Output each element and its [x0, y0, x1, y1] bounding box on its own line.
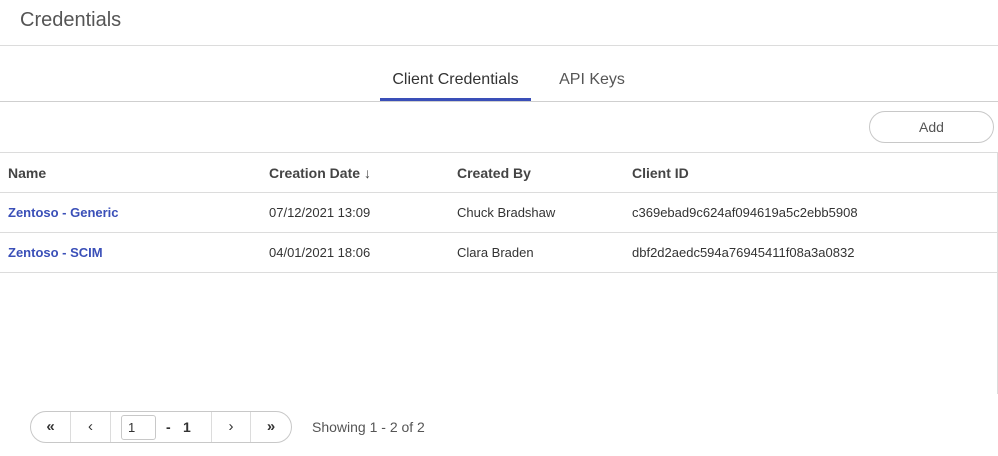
add-button[interactable]: Add — [869, 111, 994, 143]
table-row: Zentoso - Generic 07/12/2021 13:09 Chuck… — [0, 193, 997, 233]
client-id-cell: c369ebad9c624af094619a5c2ebb5908 — [632, 205, 858, 220]
double-chevron-right-icon: » — [266, 418, 276, 435]
first-page-button[interactable]: « — [31, 412, 71, 442]
credential-name-link[interactable]: Zentoso - Generic — [8, 193, 119, 233]
tab-bar: Client Credentials API Keys — [0, 46, 998, 102]
page-title: Credentials — [20, 9, 122, 31]
creation-date-cell: 07/12/2021 13:09 — [269, 205, 371, 220]
last-page-button[interactable]: » — [251, 412, 291, 442]
column-header-name[interactable]: Name — [8, 153, 46, 193]
credential-name-link[interactable]: Zentoso - SCIM — [8, 233, 103, 273]
page-separator: - — [166, 419, 171, 435]
column-header-created-by[interactable]: Created By — [457, 153, 531, 193]
column-header-creation-date[interactable]: Creation Date ↓ — [269, 153, 371, 193]
credentials-table: Name Creation Date ↓ Created By Client ID… — [0, 152, 998, 394]
column-header-client-id[interactable]: Client ID — [632, 153, 689, 193]
total-pages: 1 — [183, 419, 191, 435]
table-header-row: Name Creation Date ↓ Created By Client ID — [0, 153, 997, 193]
created-by-cell: Clara Braden — [457, 245, 534, 260]
created-by-cell: Chuck Bradshaw — [457, 205, 556, 220]
sort-down-icon: ↓ — [364, 165, 372, 181]
previous-page-button[interactable]: ‹ — [71, 412, 111, 442]
table-row: Zentoso - SCIM 04/01/2021 18:06 Clara Br… — [0, 233, 997, 273]
client-id-cell: dbf2d2aedc594a76945411f08a3a0832 — [632, 245, 855, 260]
next-page-button[interactable]: › — [211, 412, 251, 442]
chevron-left-icon: ‹ — [88, 418, 93, 435]
pagination: « ‹ - 1 › » — [30, 411, 292, 443]
chevron-right-icon: › — [228, 418, 234, 435]
tab-api-keys[interactable]: API Keys — [554, 71, 630, 101]
double-chevron-left-icon: « — [46, 418, 55, 435]
tab-client-credentials[interactable]: Client Credentials — [380, 71, 531, 101]
page-header: Credentials — [0, 0, 998, 46]
creation-date-cell: 04/01/2021 18:06 — [269, 245, 371, 260]
showing-count: Showing 1 - 2 of 2 — [312, 419, 425, 435]
page-number-input[interactable] — [121, 415, 156, 440]
